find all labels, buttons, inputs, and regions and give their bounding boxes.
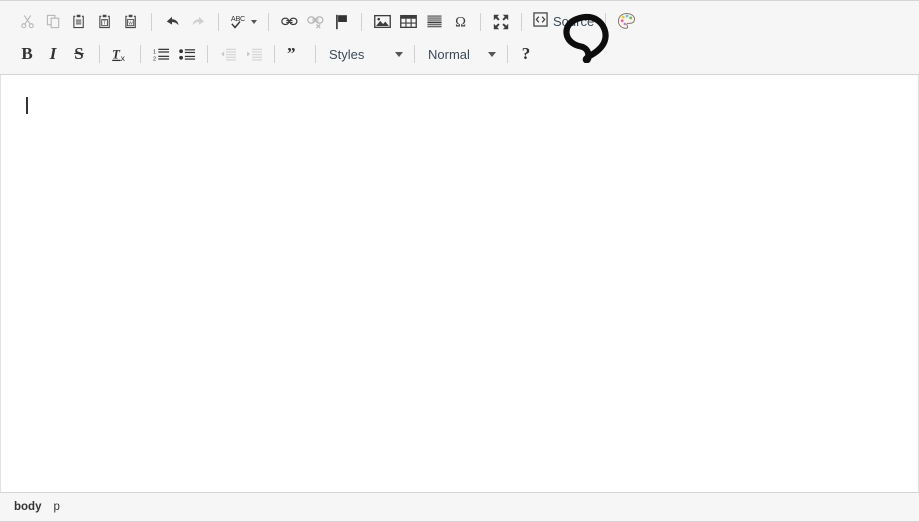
toolbar-separator — [268, 12, 269, 31]
color-palette-icon[interactable] — [613, 10, 639, 34]
maximize-icon[interactable] — [488, 10, 514, 34]
image-icon[interactable] — [369, 10, 395, 34]
element-path-p[interactable]: p — [53, 501, 59, 513]
toolbar-separator — [151, 12, 152, 31]
copy-icon[interactable] — [40, 10, 66, 34]
toolbar-separator — [315, 45, 316, 63]
svg-text:2: 2 — [153, 56, 156, 62]
chevron-down-icon — [395, 51, 403, 57]
svg-text:x: x — [121, 53, 126, 63]
toolbar-separator — [480, 12, 481, 31]
remove-format-button[interactable]: T x — [107, 42, 133, 66]
bold-button[interactable]: B — [14, 42, 40, 66]
table-icon[interactable] — [395, 10, 421, 34]
help-button[interactable]: ? — [515, 42, 537, 66]
toolbar-separator — [274, 45, 275, 63]
increase-indent-icon[interactable] — [241, 42, 267, 66]
clipboard-group: T W — [14, 10, 144, 34]
toolbar-separator — [207, 45, 208, 63]
source-code-icon — [533, 11, 548, 32]
text-caret — [26, 97, 28, 114]
svg-text:ABC: ABC — [231, 14, 245, 23]
cut-icon[interactable] — [14, 10, 40, 34]
toolbar-separator — [605, 12, 607, 31]
toolbar-row-1: T W ABC Ω Source — [0, 5, 919, 64]
chevron-down-icon — [488, 51, 496, 57]
paste-icon[interactable] — [66, 10, 92, 34]
link-icon[interactable] — [276, 10, 302, 34]
basic-styles-group: B I S — [14, 42, 92, 66]
rich-text-editor: T W ABC Ω Source B I S T x 1 2 ” Styles … — [0, 0, 919, 522]
element-path-statusbar: body p — [0, 492, 919, 522]
toolbar-separator — [218, 12, 219, 31]
paste-from-word-icon[interactable]: W — [118, 10, 144, 34]
paste-as-text-icon[interactable]: T — [92, 10, 118, 34]
strikethrough-button[interactable]: S — [66, 42, 92, 66]
link-group — [276, 10, 354, 34]
insert-group: Ω — [369, 10, 473, 34]
maximize-group — [488, 10, 514, 34]
bulleted-list-icon[interactable] — [174, 42, 200, 66]
italic-button[interactable]: I — [40, 42, 66, 66]
svg-text:1: 1 — [153, 49, 156, 55]
svg-text:Ω: Ω — [455, 14, 466, 30]
redo-icon[interactable] — [185, 10, 211, 34]
unlink-icon[interactable] — [302, 10, 328, 34]
spellcheck-group: ABC — [226, 10, 261, 34]
source-label: Source — [553, 14, 595, 29]
numbered-list-icon[interactable]: 1 2 — [148, 42, 174, 66]
toolbar-separator — [99, 45, 100, 63]
undo-icon[interactable] — [159, 10, 185, 34]
spellcheck-icon[interactable]: ABC — [226, 10, 261, 34]
chevron-down-icon — [251, 19, 257, 24]
special-character-icon[interactable]: Ω — [447, 10, 473, 34]
anchor-flag-icon[interactable] — [328, 10, 354, 34]
editing-area[interactable] — [0, 75, 919, 492]
decrease-indent-icon[interactable] — [215, 42, 241, 66]
editor-content — [1, 75, 918, 119]
element-path-body[interactable]: body — [14, 501, 41, 513]
indent-group — [215, 42, 267, 66]
horizontal-rule-icon[interactable] — [421, 10, 447, 34]
source-button[interactable]: Source — [529, 10, 598, 34]
toolbar-separator — [507, 45, 508, 63]
paragraph-format-dropdown[interactable]: Normal — [422, 42, 500, 66]
svg-text:”: ” — [287, 46, 296, 62]
toolbar-separator — [361, 12, 362, 31]
undo-redo-group — [159, 10, 211, 34]
paragraph-format-label: Normal — [428, 46, 470, 62]
list-group: 1 2 — [148, 42, 200, 66]
svg-text:W: W — [128, 21, 133, 26]
toolbar-separator — [414, 45, 415, 63]
toolbar-row-2: B I S T x 1 2 ” Styles Normal ? — [0, 38, 919, 70]
styles-dropdown[interactable]: Styles — [323, 42, 407, 66]
styles-dropdown-label: Styles — [329, 46, 365, 62]
blockquote-icon[interactable]: ” — [282, 42, 308, 66]
toolbar-separator — [521, 12, 522, 31]
toolbar-separator — [140, 45, 141, 63]
editor-toolbar: T W ABC Ω Source B I S T x 1 2 ” Styles … — [0, 0, 919, 75]
